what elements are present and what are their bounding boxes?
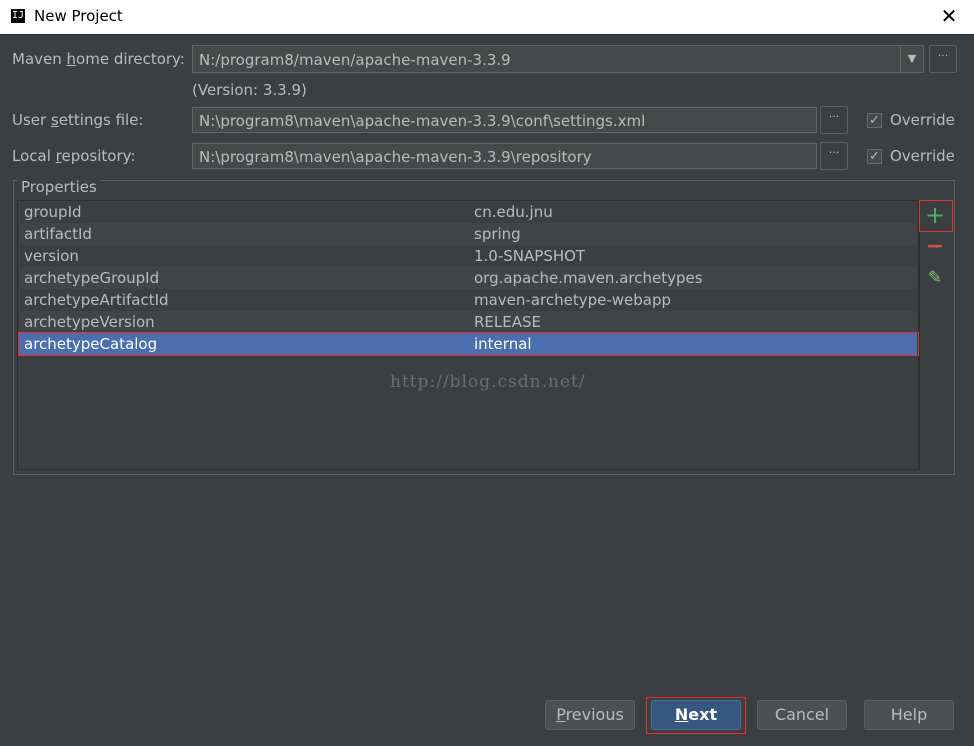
property-key: archetypeArtifactId bbox=[24, 291, 169, 309]
maven-home-browse-button[interactable]: ··· bbox=[929, 45, 957, 73]
property-value: org.apache.maven.archetypes bbox=[474, 269, 703, 287]
local-repo-label: Local repository: bbox=[12, 147, 136, 165]
property-value: 1.0-SNAPSHOT bbox=[474, 247, 586, 265]
property-value: spring bbox=[474, 225, 521, 243]
property-value: cn.edu.jnu bbox=[474, 203, 553, 221]
local-repo-override-checkbox[interactable]: ✓ bbox=[867, 149, 882, 164]
close-icon[interactable]: ✕ bbox=[938, 5, 960, 27]
selected-row-highlight bbox=[18, 332, 919, 356]
watermark: http://blog.csdn.net/ bbox=[390, 372, 586, 392]
cancel-button[interactable]: Cancel bbox=[757, 700, 847, 730]
table-row[interactable]: archetypeArtifactId maven-archetype-weba… bbox=[19, 289, 917, 311]
next-button-highlight bbox=[646, 697, 746, 734]
chevron-down-icon[interactable]: ▼ bbox=[900, 45, 924, 73]
previous-button[interactable]: Previous bbox=[545, 700, 635, 730]
user-settings-browse-button[interactable]: ··· bbox=[820, 106, 848, 134]
maven-version-note: (Version: 3.3.9) bbox=[192, 81, 307, 99]
table-row[interactable]: version 1.0-SNAPSHOT bbox=[19, 245, 917, 267]
local-repo-input[interactable]: N:\program8\maven\apache-maven-3.3.9\rep… bbox=[192, 143, 817, 169]
property-key: archetypeVersion bbox=[24, 313, 155, 331]
maven-home-label: Maven home directory: bbox=[12, 50, 185, 68]
properties-title: Properties bbox=[18, 178, 100, 196]
title-bar: IJ New Project ✕ bbox=[0, 0, 974, 35]
table-row[interactable]: archetypeGroupId org.apache.maven.archet… bbox=[19, 267, 917, 289]
help-button[interactable]: Help bbox=[864, 700, 954, 730]
property-value: RELEASE bbox=[474, 313, 541, 331]
property-key: version bbox=[24, 247, 79, 265]
user-settings-label: User settings file: bbox=[12, 111, 144, 129]
maven-home-combo[interactable]: N:/program8/maven/apache-maven-3.3.9 bbox=[192, 45, 901, 73]
add-button-highlight bbox=[919, 200, 953, 232]
remove-icon[interactable]: − bbox=[921, 234, 949, 260]
property-key: groupId bbox=[24, 203, 82, 221]
user-settings-input[interactable]: N:\program8\maven\apache-maven-3.3.9\con… bbox=[192, 107, 817, 133]
table-row[interactable]: artifactId spring bbox=[19, 223, 917, 245]
user-settings-override-checkbox[interactable]: ✓ bbox=[867, 113, 882, 128]
local-repo-browse-button[interactable]: ··· bbox=[820, 142, 848, 170]
intellij-icon: IJ bbox=[11, 9, 25, 23]
user-settings-override-label: Override bbox=[890, 111, 955, 129]
table-row[interactable]: archetypeVersion RELEASE bbox=[19, 311, 917, 333]
window-title: New Project bbox=[34, 7, 123, 25]
property-value: maven-archetype-webapp bbox=[474, 291, 672, 309]
local-repo-override-label: Override bbox=[890, 147, 955, 165]
edit-icon[interactable]: ✎ bbox=[921, 265, 949, 291]
table-row[interactable]: groupId cn.edu.jnu bbox=[19, 201, 917, 223]
property-key: artifactId bbox=[24, 225, 92, 243]
property-key: archetypeGroupId bbox=[24, 269, 160, 287]
